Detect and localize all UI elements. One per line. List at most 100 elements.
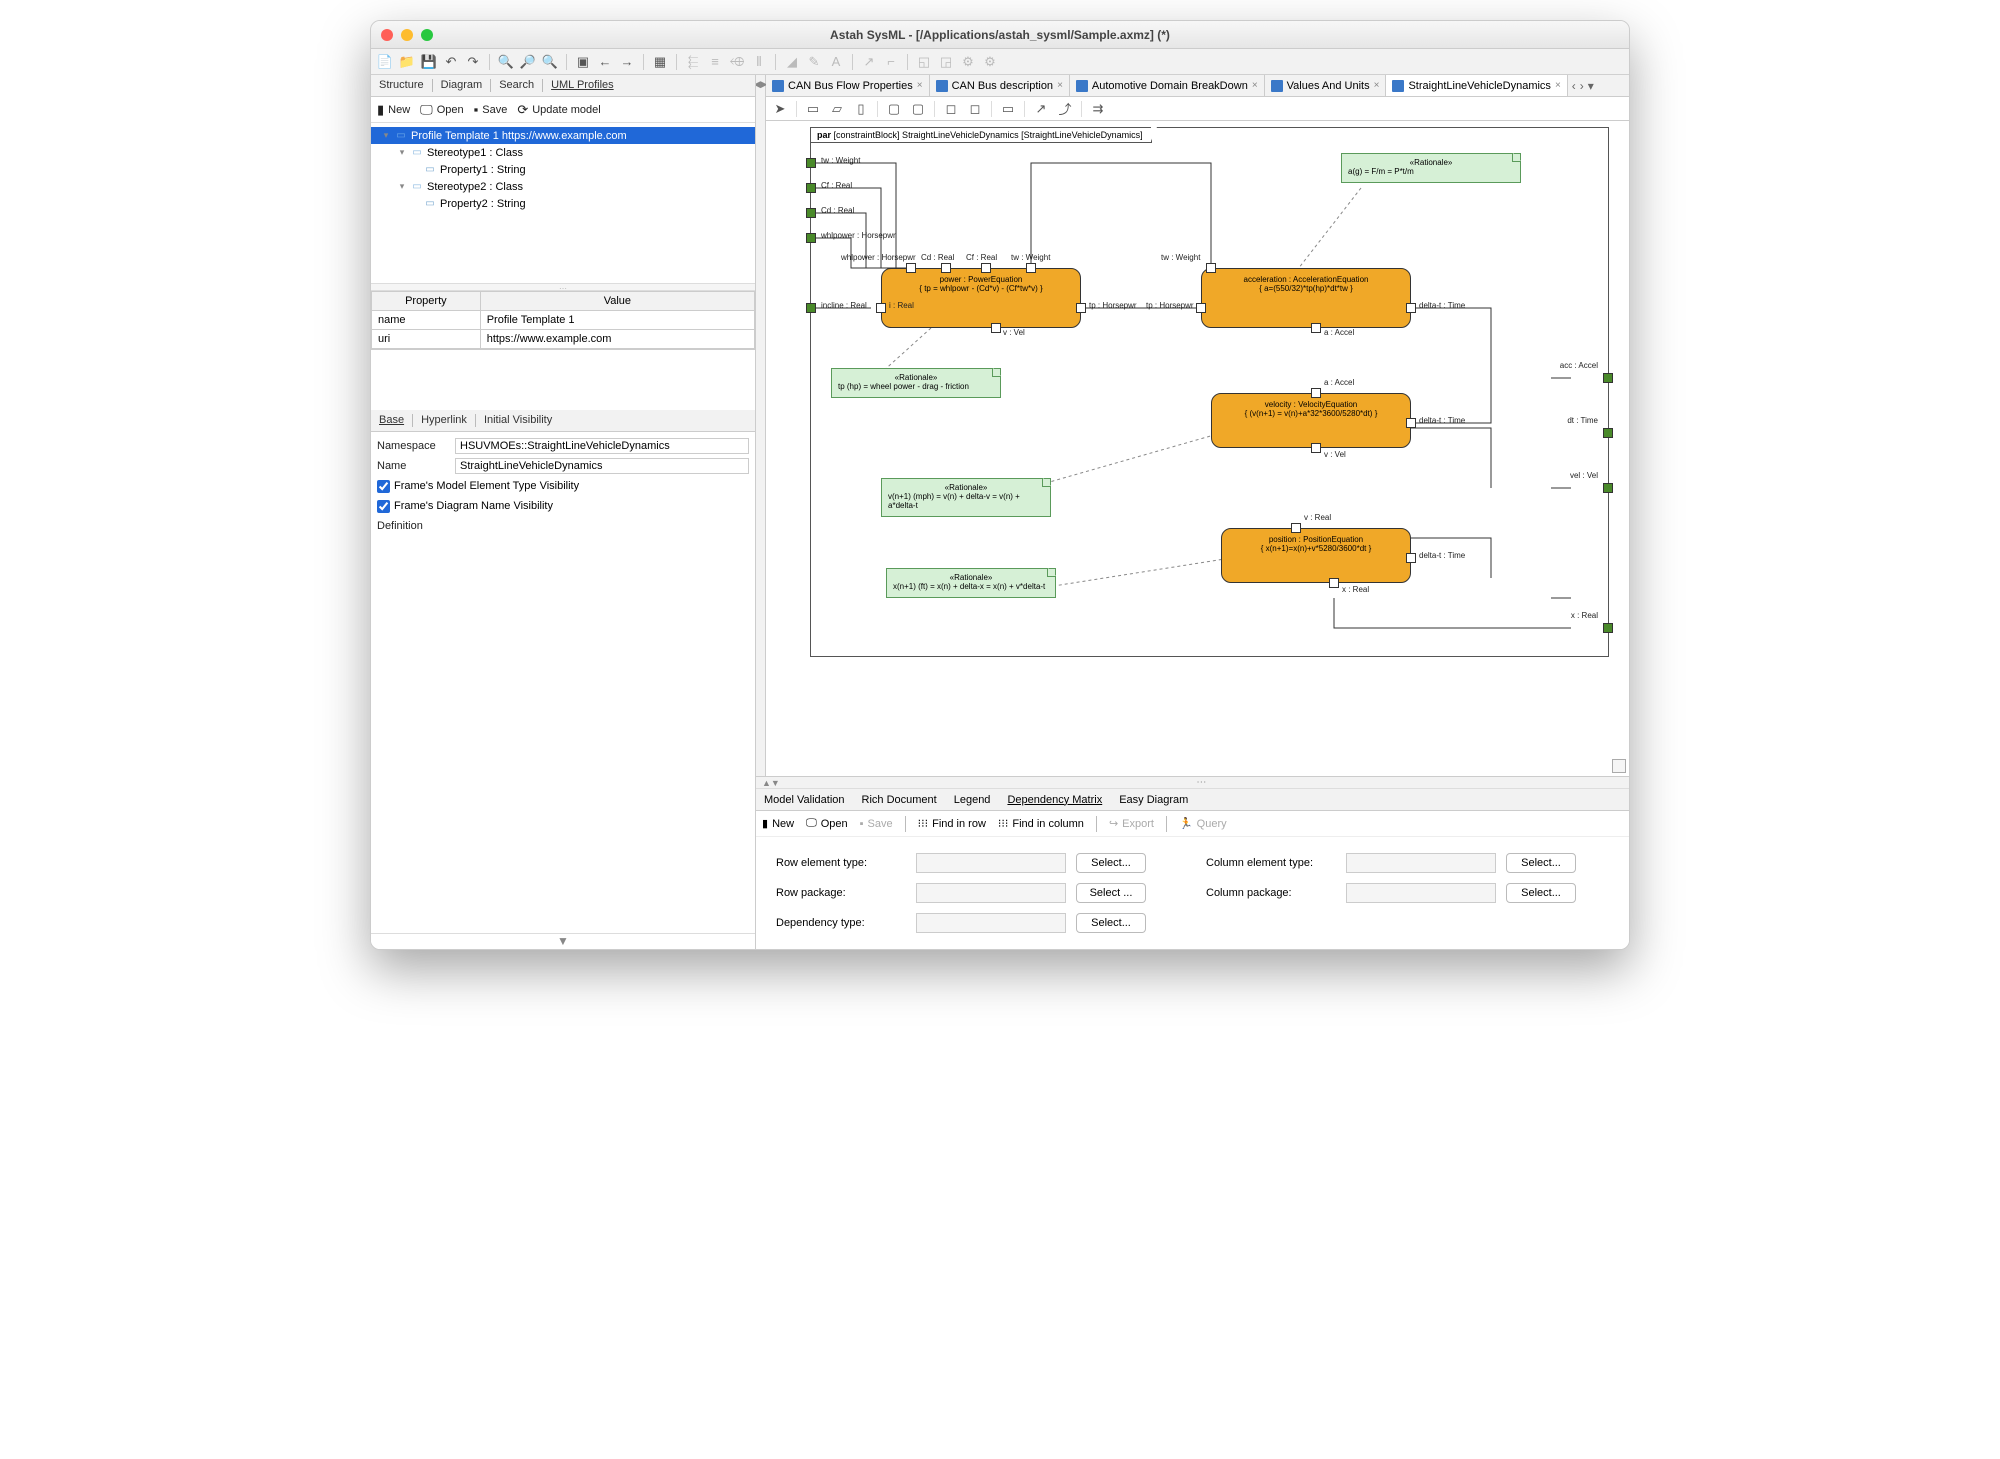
tab-diagram[interactable]: Diagram [433, 75, 491, 96]
tree-root[interactable]: ▾ ▭ Profile Template 1 https://www.examp… [371, 127, 755, 144]
select-button[interactable]: Select... [1506, 883, 1576, 903]
block-tool-icon[interactable]: ▭ [1000, 101, 1016, 117]
bp-open-button[interactable]: 🖵Open [806, 817, 848, 830]
lasso-icon[interactable]: ▭ [805, 101, 821, 117]
port-tool-icon[interactable]: ◻ [943, 101, 959, 117]
block-port[interactable] [1406, 418, 1416, 428]
frame-port[interactable] [806, 208, 816, 218]
redo-icon[interactable]: ↷ [465, 54, 481, 70]
disclosure-icon[interactable]: ▾ [381, 130, 391, 141]
block-port[interactable] [1076, 303, 1086, 313]
open-file-icon[interactable]: 📁 [399, 54, 415, 70]
zoom-fit-icon[interactable]: 🔍 [542, 54, 558, 70]
lp-update-button[interactable]: ⟳Update model [517, 102, 600, 118]
frame-port[interactable] [806, 158, 816, 168]
prop-val[interactable]: https://www.example.com [480, 330, 754, 349]
save-icon[interactable]: 💾 [421, 54, 437, 70]
overview-icon[interactable] [1612, 759, 1626, 773]
pointer-icon[interactable]: ➤ [772, 101, 788, 117]
block-port[interactable] [1406, 303, 1416, 313]
frame-port[interactable] [806, 233, 816, 243]
bring-front-icon[interactable]: ◱ [916, 54, 932, 70]
grid-icon[interactable]: ▦ [652, 54, 668, 70]
new-file-icon[interactable]: 📄 [377, 54, 393, 70]
close-icon[interactable]: × [1252, 80, 1258, 91]
zoom-out-icon[interactable]: 🔎 [520, 54, 536, 70]
close-icon[interactable]: × [1057, 80, 1063, 91]
connector2-tool-icon[interactable]: ⤴ [1057, 101, 1073, 117]
profile-tree[interactable]: ▾ ▭ Profile Template 1 https://www.examp… [371, 123, 755, 283]
rationale-note[interactable]: «Rationale» tp (hp) = wheel power - drag… [831, 368, 1001, 398]
chk-frame-type[interactable]: Frame's Model Element Type Visibility [377, 480, 579, 493]
name-field[interactable] [455, 458, 749, 474]
constraint-block-accel[interactable]: acceleration : AccelerationEquation { a=… [1201, 268, 1411, 328]
row-pkg-field[interactable] [916, 883, 1066, 903]
lp-new-button[interactable]: ▮New [377, 102, 410, 118]
block-port[interactable] [906, 263, 916, 273]
bottom-splitter[interactable]: ▲▼⋯ [756, 777, 1629, 789]
select-button[interactable]: Select... [1076, 853, 1146, 873]
collapse-button[interactable]: ▼ [371, 933, 755, 949]
tab-legend[interactable]: Legend [946, 790, 999, 810]
frame-port[interactable] [1603, 373, 1613, 383]
select-button[interactable]: Select... [1506, 853, 1576, 873]
constraint-block-position[interactable]: position : PositionEquation { x(n+1)=x(n… [1221, 528, 1411, 583]
disclosure-icon[interactable]: ▾ [397, 181, 407, 192]
nav-back-icon[interactable]: ← [597, 54, 613, 70]
block-port[interactable] [1329, 578, 1339, 588]
col-elem-field[interactable] [1346, 853, 1496, 873]
align-left-icon[interactable]: ⬱ [685, 54, 701, 70]
font-icon[interactable]: A [828, 54, 844, 70]
undo-icon[interactable]: ↶ [443, 54, 459, 70]
tab-next-icon[interactable]: › [1580, 79, 1584, 93]
collapse-icon[interactable]: ▲▼ [762, 778, 780, 788]
tab-base[interactable]: Base [371, 410, 412, 431]
block-port[interactable] [941, 263, 951, 273]
align-right-icon[interactable]: ⬲ [729, 54, 745, 70]
block-port[interactable] [1311, 443, 1321, 453]
diagram-canvas[interactable]: par par [constraintBlock] StraightLineVe… [766, 121, 1629, 776]
select-button[interactable]: Select... [1076, 913, 1146, 933]
image-tool-icon[interactable]: ▢ [886, 101, 902, 117]
line-style-icon[interactable]: ↗ [861, 54, 877, 70]
tab-dependency-matrix[interactable]: Dependency Matrix [999, 790, 1110, 810]
fill-color-icon[interactable]: ◢ [784, 54, 800, 70]
editor-tab[interactable]: CAN Bus Flow Properties× [766, 75, 930, 96]
tab-rich-document[interactable]: Rich Document [854, 790, 945, 810]
block-port[interactable] [1311, 388, 1321, 398]
tab-easy-diagram[interactable]: Easy Diagram [1111, 790, 1196, 810]
zoom-in-icon[interactable]: 🔍 [498, 54, 514, 70]
disclosure-icon[interactable]: ▾ [397, 147, 407, 158]
prop-val[interactable]: Profile Template 1 [480, 311, 754, 330]
gear2-icon[interactable]: ⚙ [982, 54, 998, 70]
tab-list-icon[interactable]: ▾ [1588, 79, 1594, 93]
gutter[interactable]: ◀▶ [756, 75, 766, 776]
close-icon[interactable]: × [1555, 80, 1561, 91]
frame-port[interactable] [806, 303, 816, 313]
tree-item[interactable]: ▭ Property1 : String [371, 161, 755, 178]
block-port[interactable] [1311, 323, 1321, 333]
tab-initial-visibility[interactable]: Initial Visibility [476, 410, 560, 431]
route-icon[interactable]: ⌐ [883, 54, 899, 70]
chk-frame-name[interactable]: Frame's Diagram Name Visibility [377, 500, 553, 513]
tab-uml-profiles[interactable]: UML Profiles [543, 75, 622, 96]
tree-item[interactable]: ▾ ▭ Stereotype1 : Class [371, 144, 755, 161]
lp-open-button[interactable]: 🖵Open [420, 102, 463, 118]
distribute-icon[interactable]: ⫴ [751, 54, 767, 70]
block-port[interactable] [991, 323, 1001, 333]
block-port[interactable] [1196, 303, 1206, 313]
nav-fwd-icon[interactable]: → [619, 54, 635, 70]
row-elem-field[interactable] [916, 853, 1066, 873]
block-port[interactable] [1206, 263, 1216, 273]
constraint-block-velocity[interactable]: velocity : VelocityEquation { (v(n+1) = … [1211, 393, 1411, 448]
tab-model-validation[interactable]: Model Validation [756, 790, 853, 810]
close-icon[interactable]: × [917, 80, 923, 91]
frame-port[interactable] [806, 183, 816, 193]
bp-find-row-button[interactable]: ⁝⁝⁝Find in row [918, 817, 986, 830]
block-port[interactable] [1026, 263, 1036, 273]
editor-tab[interactable]: Automotive Domain BreakDown× [1070, 75, 1265, 96]
block-port[interactable] [1406, 553, 1416, 563]
block-port[interactable] [981, 263, 991, 273]
tree-item[interactable]: ▭ Property2 : String [371, 195, 755, 212]
line-color-icon[interactable]: ✎ [806, 54, 822, 70]
